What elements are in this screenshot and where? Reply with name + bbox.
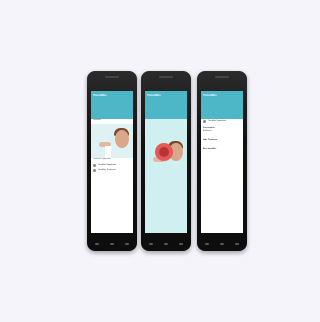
list-item-label: Tonsillitis Symptoms	[208, 120, 227, 122]
speaker-grille	[159, 76, 173, 78]
detail-text: Antibiotics	[203, 130, 213, 132]
avatar-icon	[93, 169, 96, 172]
list-item[interactable]: Tonsillitis Treatment	[91, 168, 133, 173]
menu-icon[interactable]	[125, 243, 129, 245]
avatar-icon	[203, 120, 206, 123]
menu-icon[interactable]	[235, 243, 239, 245]
section-heading: Side Treatment	[203, 139, 218, 141]
arm-shape	[105, 146, 111, 158]
phone-screen-3: Tonsillitis Tonsillitis Symptoms Prescri…	[201, 91, 243, 233]
phone-mockup-2: Tonsillitis	[141, 71, 191, 251]
back-icon[interactable]	[95, 243, 99, 245]
tonsils-illustration	[159, 147, 169, 157]
section-heading: Also available	[203, 148, 217, 150]
list-item-label: Tonsillitis Symptoms	[98, 164, 117, 166]
back-icon[interactable]	[205, 243, 209, 245]
phone-screen-2: Tonsillitis	[145, 91, 187, 233]
list-item-label: Tonsillitis Treatment	[98, 169, 116, 171]
app-bar: Tonsillitis	[91, 91, 133, 113]
list-item[interactable]: Tonsillitis Symptoms	[201, 119, 243, 124]
home-icon[interactable]	[164, 243, 168, 245]
menu-icon[interactable]	[179, 243, 183, 245]
illustration-fullscreen	[145, 119, 187, 233]
nav-buttons	[149, 242, 183, 246]
nav-buttons	[205, 242, 239, 246]
intro-text: Tonsillitis	[93, 119, 102, 121]
phone-mockup-1: Tonsillitis Tonsillitis Tonsillitis Symp…	[87, 71, 137, 251]
head-shape	[115, 130, 129, 148]
illustration	[91, 124, 133, 158]
product-showcase: Tonsillitis Tonsillitis Tonsillitis Symp…	[0, 0, 320, 322]
nav-buttons	[95, 242, 129, 246]
home-icon[interactable]	[220, 243, 224, 245]
phone-mockup-3: Tonsillitis Tonsillitis Symptoms Prescri…	[197, 71, 247, 251]
app-title: Tonsillitis	[147, 93, 161, 97]
home-icon[interactable]	[110, 243, 114, 245]
description-text: Tonsillitis Symptoms	[93, 158, 112, 160]
app-title: Tonsillitis	[203, 93, 217, 97]
speaker-grille	[215, 76, 229, 78]
app-title: Tonsillitis	[93, 93, 107, 97]
app-bar: Tonsillitis	[201, 91, 243, 113]
phone-screen-1: Tonsillitis Tonsillitis Tonsillitis Symp…	[91, 91, 133, 233]
back-icon[interactable]	[149, 243, 153, 245]
app-bar: Tonsillitis	[145, 91, 187, 113]
avatar-icon	[93, 164, 96, 167]
speaker-grille	[105, 76, 119, 78]
